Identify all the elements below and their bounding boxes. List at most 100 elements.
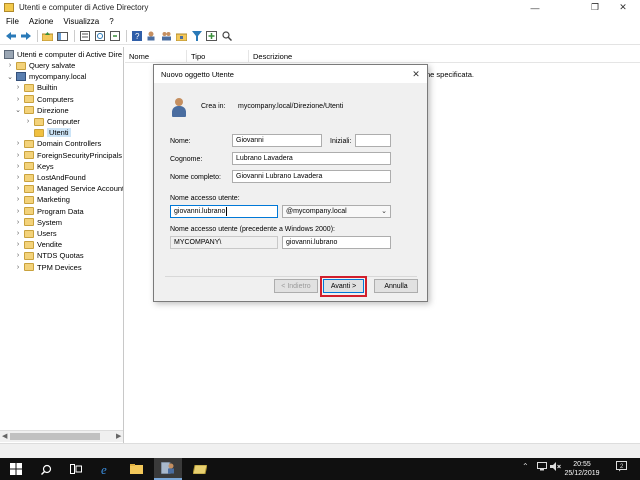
new-group-icon[interactable] [160,30,173,42]
folder-icon [24,229,34,238]
help-icon[interactable]: ? [130,30,143,42]
initials-field[interactable] [355,134,391,147]
tree-item[interactable]: ⌄ Direzione [14,105,69,116]
menu-azione[interactable]: Azione [29,17,53,26]
tree-item[interactable]: › Vendite [14,239,62,250]
scrollbar-thumb[interactable] [10,433,100,440]
tree-item[interactable]: › TPM Devices [14,262,82,273]
chevron-right-icon[interactable]: › [14,174,22,181]
folder-up-icon[interactable] [41,30,54,42]
new-ou-icon[interactable] [175,30,188,42]
chevron-right-icon[interactable]: › [14,185,22,192]
file-explorer-icon[interactable] [122,458,150,480]
status-bar [0,443,640,458]
taskbar-clock[interactable]: 20:55 25/12/2019 [560,460,604,478]
console-tree: Utenti e computer di Active Dire › Query … [0,47,124,443]
properties-icon[interactable] [78,30,91,42]
tree-item[interactable]: › Computers [14,94,74,105]
tree-item[interactable]: › Computer [24,116,80,127]
chevron-right-icon[interactable]: › [14,196,22,203]
tree-item[interactable]: › ForeignSecurityPrincipals [14,150,122,161]
chevron-right-icon[interactable]: › [14,163,22,170]
scroll-right-icon[interactable]: ▶ [116,432,121,440]
tree-item[interactable]: › Marketing [14,194,70,205]
console-tree-icon[interactable] [56,30,69,42]
clock-time: 20:55 [573,461,591,468]
menu-file[interactable]: File [6,17,19,26]
notification-icon[interactable]: 2 [616,461,627,474]
domain-suffix-select[interactable]: @mycompany.local ⌄ [282,205,391,218]
chevron-right-icon[interactable]: › [14,152,22,159]
tree-item[interactable]: › LostAndFound [14,172,86,183]
chevron-right-icon[interactable]: › [14,96,22,103]
chevron-right-icon[interactable]: › [14,241,22,248]
back-button[interactable]: < Indietro [274,279,318,293]
new-user-icon[interactable] [145,30,158,42]
logon-name-label: Nome accesso utente: [170,195,240,202]
full-name-field[interactable]: Giovanni Lubrano Lavadera [232,170,391,183]
chevron-right-icon[interactable]: › [14,264,22,271]
chevron-right-icon[interactable]: › [6,62,14,69]
first-name-field[interactable]: Giovanni [232,134,322,147]
chevron-right-icon[interactable]: › [14,230,22,237]
logon-name-field[interactable]: giovanni.lubrano [170,205,278,218]
column-nome[interactable]: Nome [125,49,187,63]
chevron-right-icon[interactable]: › [14,140,22,147]
export-icon[interactable] [108,30,121,42]
find-icon[interactable] [220,30,233,42]
active-directory-taskbar-icon[interactable] [154,458,182,480]
tree-item[interactable]: › Query salvate [6,60,75,71]
tree-item[interactable]: › Builtin [14,82,58,93]
task-view-icon[interactable] [62,458,90,480]
arrow-left-icon[interactable] [4,30,17,42]
folder-icon [24,184,34,193]
minimize-button[interactable]: — [520,0,550,15]
cancel-button[interactable]: Annulla [374,279,418,293]
close-button[interactable]: ✕ [608,0,638,15]
arrow-right-icon[interactable] [19,30,32,42]
tree-item[interactable]: › Program Data [14,206,84,217]
start-button[interactable] [0,458,32,480]
tree-item[interactable]: › Keys [14,161,54,172]
menu-visualizza[interactable]: Visualizza [63,17,99,26]
network-icon[interactable] [537,462,547,473]
chevron-right-icon[interactable]: › [14,219,22,226]
tree-item[interactable]: › Managed Service Accounts [14,183,123,194]
add-to-group-icon[interactable] [205,30,218,42]
svg-text:?: ? [135,32,140,41]
column-tipo[interactable]: Tipo [187,49,249,63]
tree-item[interactable]: › NTDS Quotas [14,250,84,261]
last-name-field[interactable]: Lubrano Lavadera [232,152,391,165]
refresh-icon[interactable] [93,30,106,42]
tree-item[interactable]: › Users [14,228,57,239]
dialog-close-button[interactable]: ✕ [409,67,423,81]
chevron-up-icon[interactable]: ⌃ [522,462,529,471]
search-icon[interactable] [32,458,60,480]
chevron-right-icon[interactable]: › [14,84,22,91]
maximize-button[interactable]: ❐ [580,0,610,15]
chevron-right-icon[interactable]: › [14,252,22,259]
tree-horizontal-scrollbar[interactable]: ◀ ▶ [0,430,123,442]
tree-root[interactable]: Utenti e computer di Active Dire [2,49,122,60]
filter-icon[interactable] [190,30,203,42]
chevron-down-icon[interactable]: ⌄ [6,73,14,81]
full-name-label: Nome completo: [170,174,221,181]
server-manager-icon[interactable] [186,458,214,480]
chevron-down-icon[interactable]: ⌄ [14,106,22,114]
folder-icon [24,162,34,171]
tree-item[interactable]: ⌄ mycompany.local [6,71,86,82]
chevron-right-icon[interactable]: › [14,208,22,215]
next-button[interactable]: Avanti > [323,279,364,293]
pre2000-logon-field[interactable]: giovanni.lubrano [282,236,391,249]
scroll-left-icon[interactable]: ◀ [2,432,7,440]
tree-item[interactable]: › Domain Controllers [14,138,101,149]
edge-icon[interactable]: e [92,458,120,480]
column-descrizione[interactable]: Descrizione [249,50,369,63]
tree-item[interactable]: › System [14,217,62,228]
domain-icon [16,72,26,82]
folder-icon [24,106,34,115]
chevron-right-icon[interactable]: › [24,118,32,125]
menu-help[interactable]: ? [109,17,113,26]
console-root-icon [4,50,14,59]
tree-item[interactable]: Utenti [24,127,71,138]
